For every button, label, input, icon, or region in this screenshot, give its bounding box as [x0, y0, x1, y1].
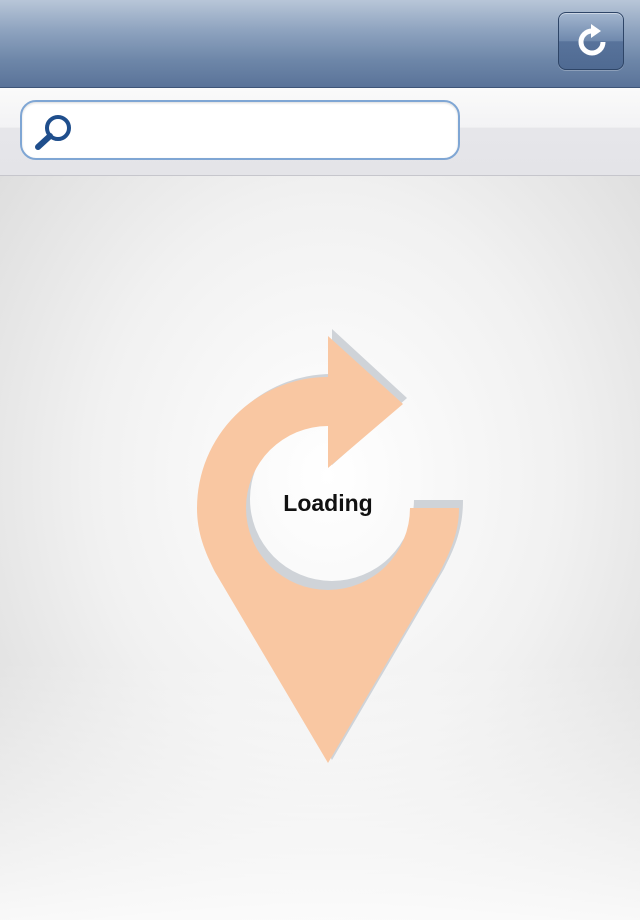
refresh-icon	[578, 24, 606, 56]
map-area: Loading	[0, 176, 640, 920]
refresh-button[interactable]	[558, 12, 624, 70]
location-pin-refresh-icon	[197, 329, 463, 763]
search-input[interactable]	[84, 112, 448, 150]
search-field[interactable]	[20, 100, 460, 160]
search-icon	[35, 115, 71, 150]
search-bar	[0, 88, 640, 176]
loading-label: Loading	[283, 490, 373, 516]
navigation-bar	[0, 0, 640, 88]
